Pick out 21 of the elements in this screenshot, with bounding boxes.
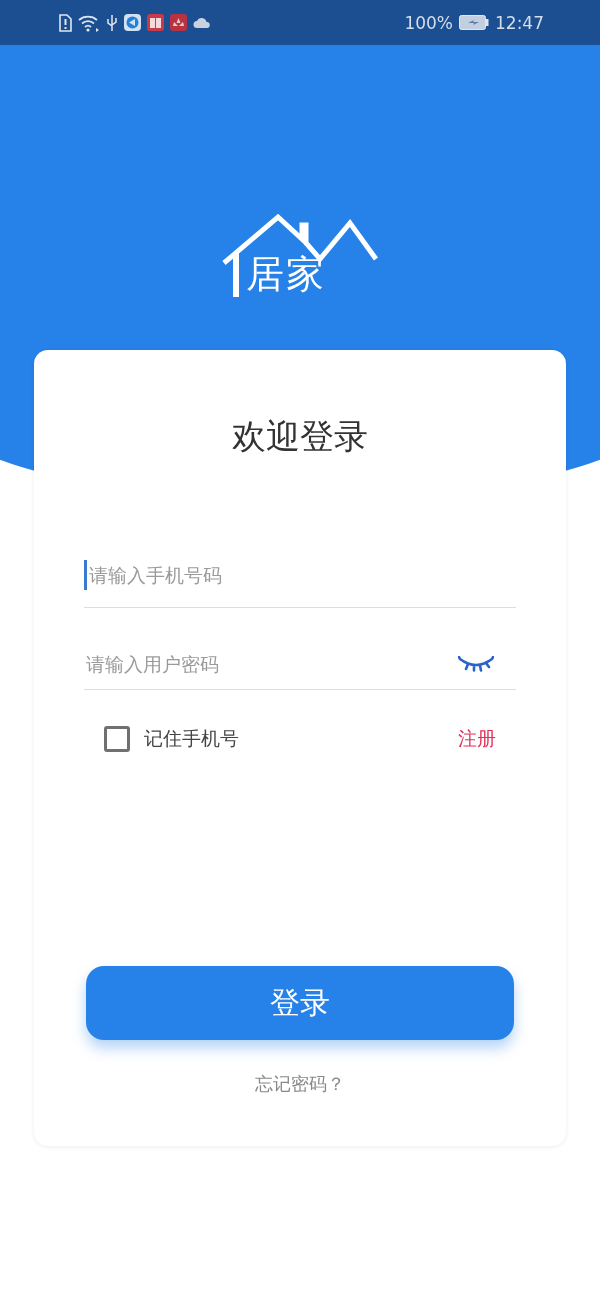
text-cursor	[84, 559, 87, 590]
wifi-icon	[78, 13, 100, 32]
remember-checkbox[interactable]	[104, 726, 130, 752]
register-link[interactable]: 注册	[458, 726, 496, 752]
logo-text: 居家	[246, 255, 326, 293]
sim-alert-icon	[58, 13, 72, 32]
book-icon	[147, 14, 164, 31]
login-button[interactable]: 登录	[86, 966, 514, 1040]
battery-charging-icon	[459, 15, 489, 30]
forgot-password-link[interactable]: 忘记密码？	[255, 1072, 345, 1096]
app-icon	[170, 14, 187, 31]
card-title: 欢迎登录	[232, 415, 368, 458]
closed-eye-icon[interactable]	[458, 655, 494, 672]
cloud-icon	[193, 16, 211, 29]
password-field[interactable]: 请输入用户密码	[84, 652, 458, 675]
phone-field[interactable]: 请输入手机号码	[87, 563, 516, 586]
remember-label: 记住手机号	[144, 726, 240, 751]
app-icon	[124, 14, 141, 31]
battery-percent: 100%	[404, 12, 453, 33]
usb-icon	[106, 13, 118, 32]
clock: 12:47	[495, 12, 544, 33]
